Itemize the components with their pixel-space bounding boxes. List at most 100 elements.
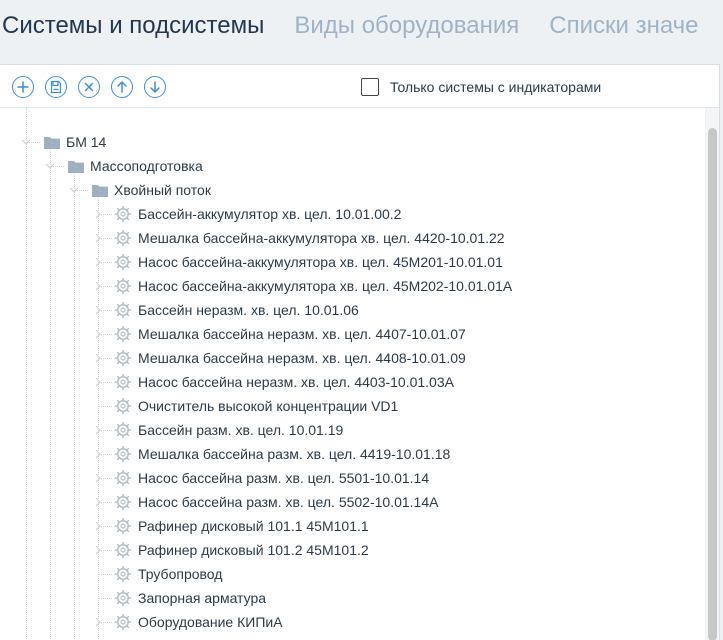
tree-node-label: Массоподготовка [90, 158, 203, 174]
chevron-right-icon [95, 449, 101, 459]
move-up-button[interactable] [111, 76, 133, 98]
expand-toggle[interactable] [93, 257, 103, 267]
tree-item[interactable]: Мешалка бассейна неразм. хв. цел. 4408-1… [114, 346, 466, 370]
indicators-filter[interactable]: Только системы с индикаторами [361, 76, 601, 98]
chevron-right-icon [95, 257, 101, 267]
tab-systems-subsystems[interactable]: Системы и подсистемы [2, 14, 264, 38]
expand-toggle[interactable] [93, 449, 103, 459]
chevron-down-icon [21, 139, 31, 145]
tree-item[interactable]: Бассейн неразм. хв. цел. 10.01.06 [114, 298, 359, 322]
tab-value-lists[interactable]: Списки значе [549, 14, 698, 38]
tree-item-label: Оборудование КИПиА [138, 614, 283, 630]
tree-item-label: Насос бассейна-аккумулятора хв. цел. 45М… [138, 254, 503, 270]
add-button[interactable] [12, 76, 34, 98]
tree-item[interactable]: Рафинер дисковый 101.1 45М101.1 [114, 514, 369, 538]
tree-item[interactable]: Бассейн разм. хв. цел. 10.01.19 [114, 418, 343, 442]
save-icon [50, 80, 62, 94]
tree-node-level1[interactable]: Массоподготовка [68, 154, 203, 178]
tree-line-level1 [50, 142, 51, 640]
indicators-checkbox[interactable] [361, 78, 379, 96]
tree-item-label: Очиститель высокой концентрации VD1 [138, 398, 399, 414]
chevron-down-icon [45, 163, 55, 169]
gear-icon [114, 373, 132, 391]
tree-item-label: Мешалка бассейна разм. хв. цел. 4419-10.… [138, 446, 451, 462]
gear-icon [114, 493, 132, 511]
gear-icon [114, 253, 132, 271]
expand-toggle[interactable] [93, 281, 103, 291]
indicators-checkbox-label: Только системы с индикаторами [390, 79, 602, 95]
folder-icon [92, 185, 108, 197]
tree-item[interactable]: Мешалка бассейна неразм. хв. цел. 4407-1… [114, 322, 466, 346]
tree-item-label: Мешалка бассейна неразм. хв. цел. 4407-1… [138, 326, 466, 342]
gear-icon [114, 541, 132, 559]
tree-scrollbar-thumb[interactable] [708, 128, 717, 640]
expand-toggle[interactable] [93, 353, 103, 363]
move-down-button[interactable] [144, 76, 166, 98]
tree-item-label: Бассейн неразм. хв. цел. 10.01.06 [138, 302, 359, 318]
tree-item[interactable]: Запорная арматура [114, 586, 266, 610]
tree-item-label: Бассейн-аккумулятор хв. цел. 10.01.00.2 [138, 206, 402, 222]
expand-toggle[interactable] [93, 425, 103, 435]
chevron-right-icon [95, 425, 101, 435]
expand-toggle[interactable] [93, 521, 103, 531]
tree-item[interactable]: Насос бассейна-аккумулятора хв. цел. 45М… [114, 274, 512, 298]
tree-item-label: Мешалка бассейна неразм. хв. цел. 4408-1… [138, 350, 466, 366]
chevron-right-icon [95, 617, 101, 627]
tree-item-label: Насос бассейна-аккумулятора хв. цел. 45М… [138, 278, 513, 294]
gear-icon [114, 613, 132, 631]
toolbar: Только системы с индикаторами [0, 65, 719, 108]
tree-item[interactable]: Очиститель высокой концентрации VD1 [114, 394, 398, 418]
main-panel: Только системы с индикаторами БМ 14 Масс… [0, 64, 720, 640]
tree-item[interactable]: Насос бассейна неразм. хв. цел. 4403-10.… [114, 370, 454, 394]
expand-toggle[interactable] [93, 209, 103, 219]
expand-toggle[interactable] [93, 305, 103, 315]
expand-toggle[interactable] [69, 185, 79, 195]
gear-icon [114, 445, 132, 463]
tree-item[interactable]: Мешалка бассейна разм. хв. цел. 4419-10.… [114, 442, 450, 466]
system-tree: БМ 14 Массоподготовка Хвойный поток Басс… [0, 108, 705, 640]
expand-toggle[interactable] [45, 161, 55, 171]
tree-node-root[interactable]: БМ 14 [44, 130, 106, 154]
expand-toggle[interactable] [93, 329, 103, 339]
tree-node-level2[interactable]: Хвойный поток [92, 178, 211, 202]
expand-toggle[interactable] [93, 497, 103, 507]
expand-toggle[interactable] [93, 545, 103, 555]
chevron-right-icon [95, 377, 101, 387]
plus-icon [17, 81, 29, 93]
tree-item-label: Бассейн разм. хв. цел. 10.01.19 [138, 422, 344, 438]
save-button[interactable] [45, 76, 67, 98]
delete-button[interactable] [78, 76, 100, 98]
tree-item[interactable]: Оборудование КИПиА [114, 610, 283, 634]
expand-toggle[interactable] [93, 377, 103, 387]
gear-icon [114, 397, 132, 415]
tree-item[interactable]: Мешалка бассейна-аккумулятора хв. цел. 4… [114, 226, 505, 250]
folder-icon [44, 137, 60, 149]
tree-item[interactable]: Рафинер дисковый 101.2 45М101.2 [114, 538, 369, 562]
tree-item[interactable]: Бассейн-аккумулятор хв. цел. 10.01.00.2 [114, 202, 401, 226]
expand-toggle[interactable] [93, 233, 103, 243]
gear-icon [114, 205, 132, 223]
tree-item-label: Насос бассейна разм. хв. цел. 5501-10.01… [138, 470, 430, 486]
chevron-right-icon [95, 209, 101, 219]
chevron-right-icon [95, 545, 101, 555]
tree-item-label: Трубопровод [138, 566, 223, 582]
gear-icon [114, 325, 132, 343]
chevron-right-icon [95, 353, 101, 363]
gear-icon [114, 301, 132, 319]
tree-scrollbar[interactable] [705, 108, 719, 640]
tab-equipment-types[interactable]: Виды оборудования [294, 14, 519, 38]
tree-item[interactable]: Насос бассейна разм. хв. цел. 5501-10.01… [114, 466, 429, 490]
expand-toggle[interactable] [93, 617, 103, 627]
expand-toggle[interactable] [93, 473, 103, 483]
tree-item-label: Насос бассейна неразм. хв. цел. 4403-10.… [138, 374, 454, 390]
tree-node-label: БМ 14 [66, 134, 107, 150]
tree-item[interactable]: Насос бассейна-аккумулятора хв. цел. 45М… [114, 250, 503, 274]
tree-item[interactable]: Насос бассейна разм. хв. цел. 5502-10.01… [114, 490, 438, 514]
tree-item-label: Запорная арматура [138, 590, 267, 606]
tree-item-label: Рафинер дисковый 101.2 45М101.2 [138, 542, 369, 558]
chevron-right-icon [95, 521, 101, 531]
expand-toggle[interactable] [21, 137, 31, 147]
chevron-right-icon [95, 329, 101, 339]
tree-item[interactable]: Трубопровод [114, 562, 222, 586]
arrow-up-icon [117, 81, 127, 93]
